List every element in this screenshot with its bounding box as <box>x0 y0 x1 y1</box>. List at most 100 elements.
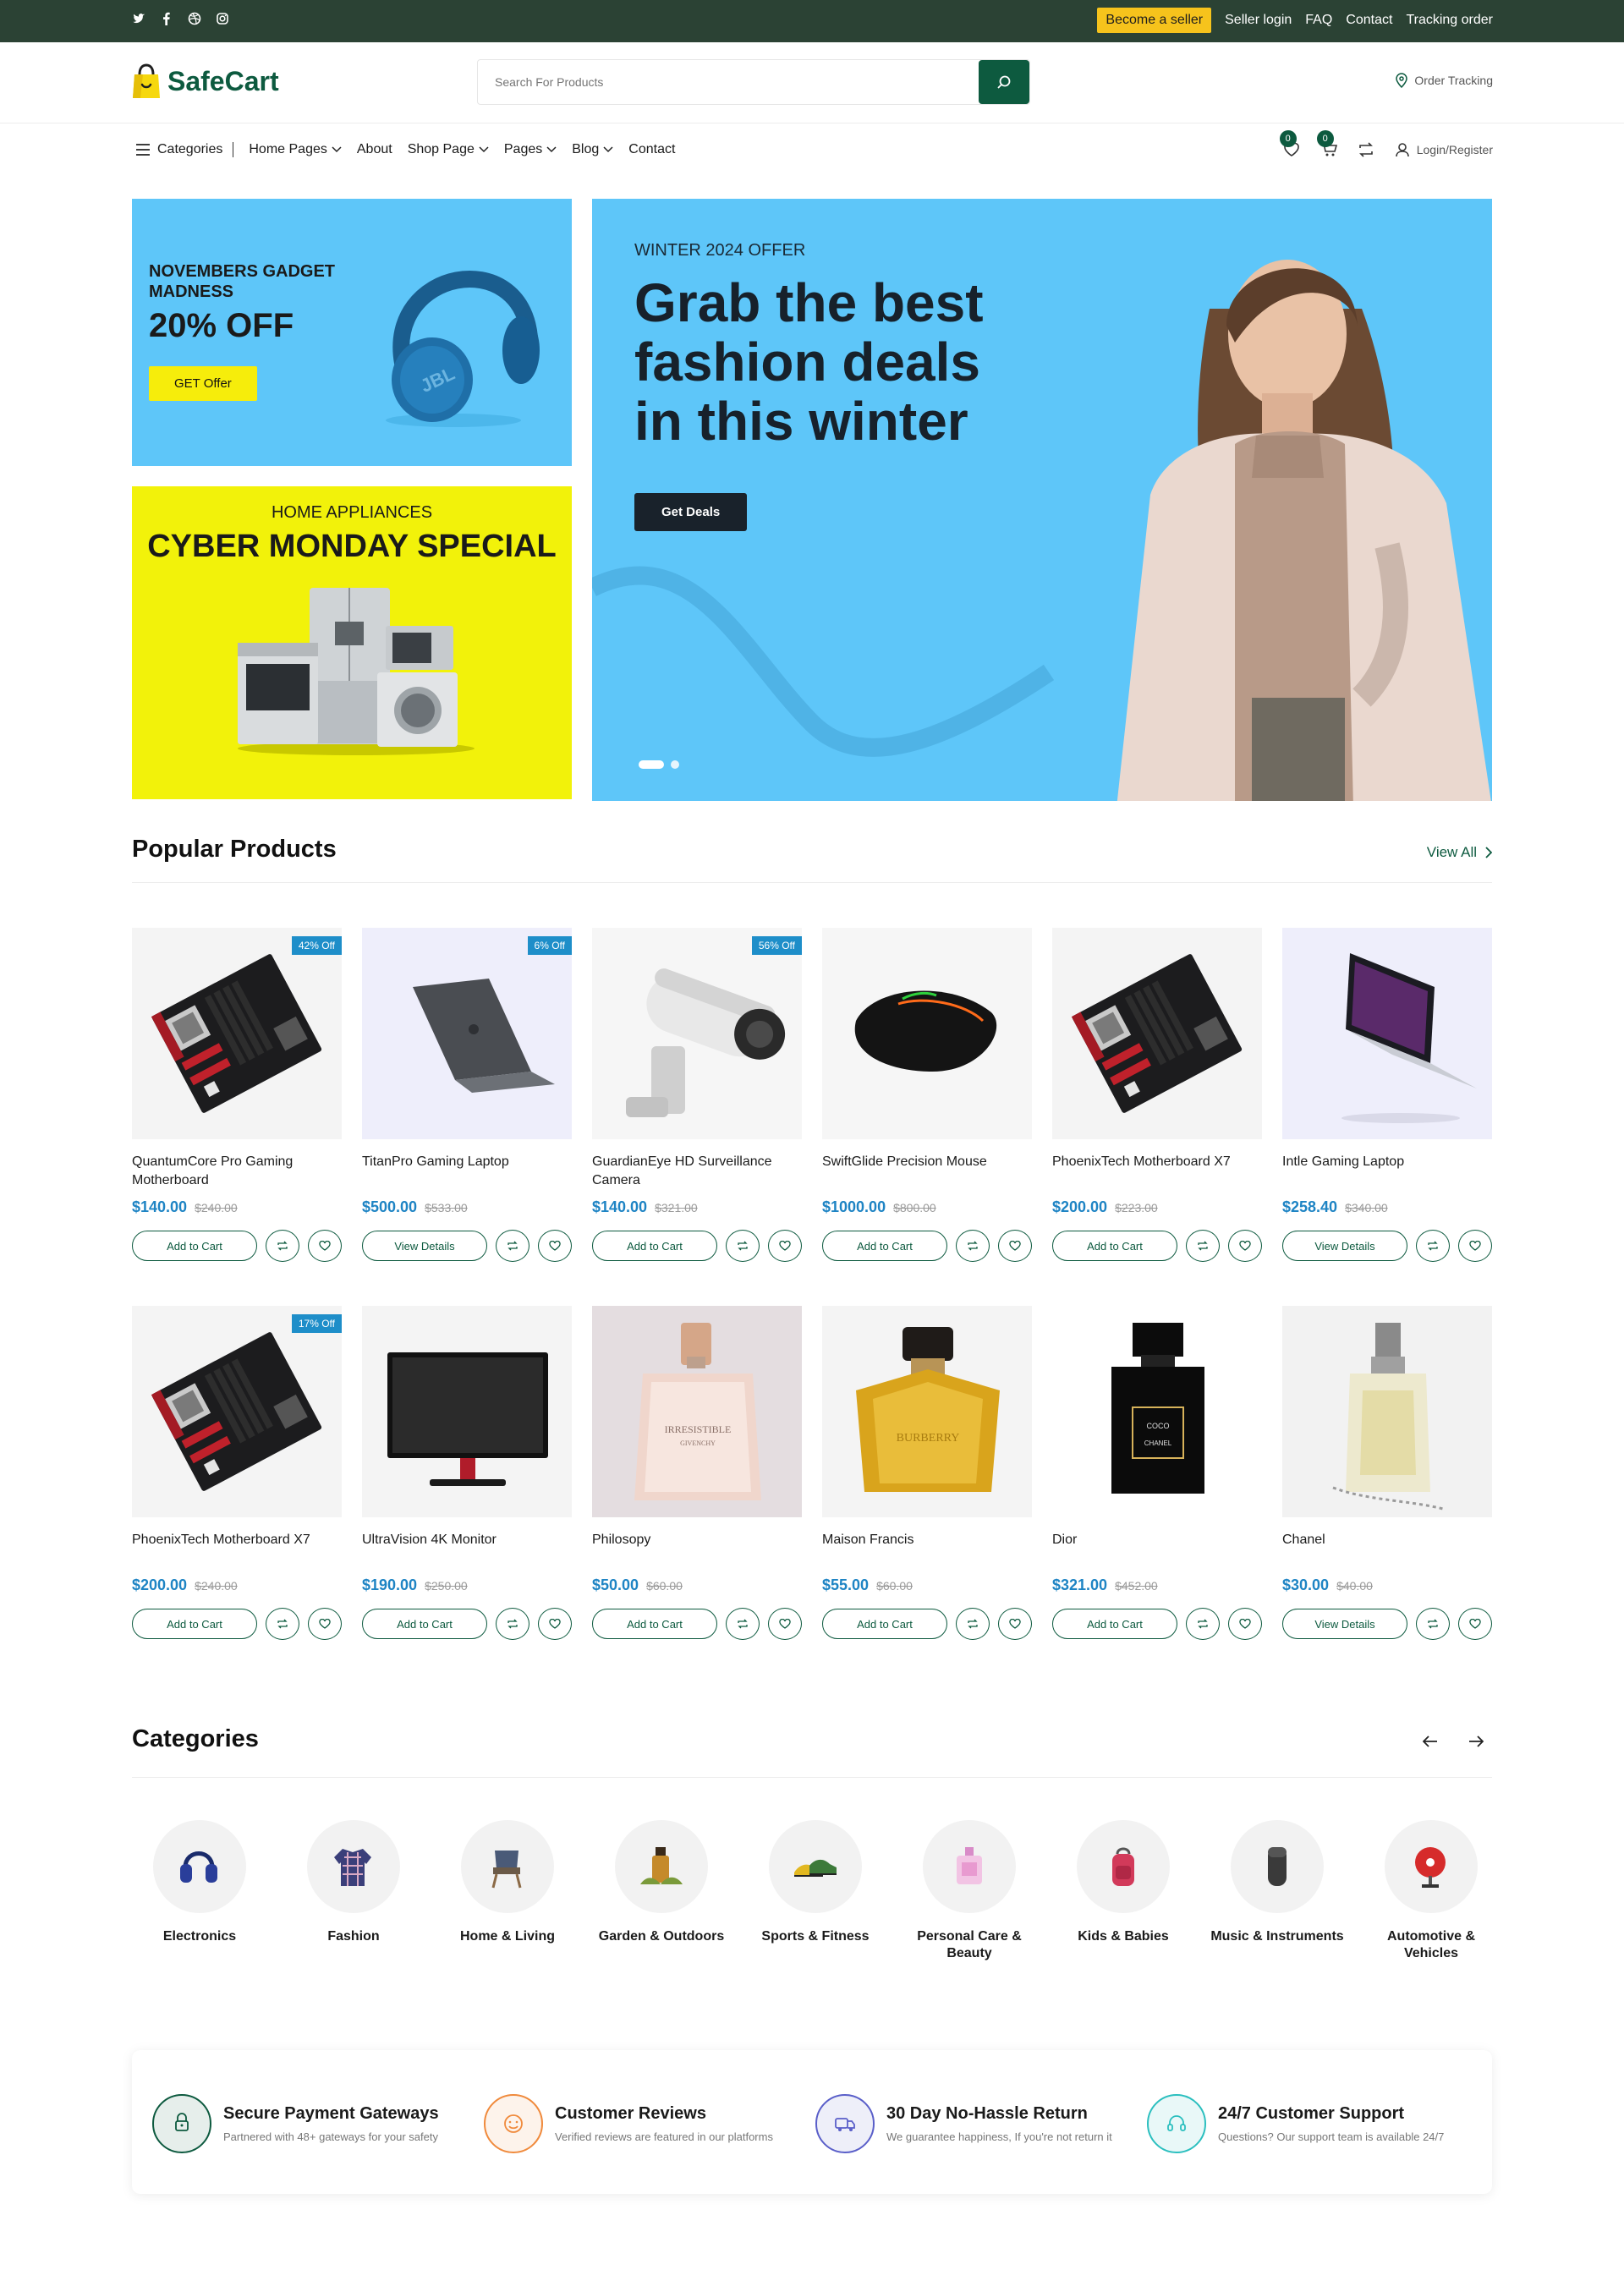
wishlist-button[interactable] <box>308 1608 342 1640</box>
categories-menu[interactable]: Categories <box>135 142 234 157</box>
compare-button[interactable] <box>1186 1230 1220 1262</box>
add-to-cart-button[interactable]: Add to Cart <box>132 1231 257 1261</box>
compare-button[interactable] <box>1416 1230 1450 1262</box>
category-image[interactable] <box>307 1820 400 1913</box>
category-image[interactable] <box>153 1820 246 1913</box>
product-name[interactable]: Philosopy <box>592 1531 802 1568</box>
product-card[interactable]: 42% Off QuantumCore Pro Gaming Motherboa… <box>132 928 342 1262</box>
category-item[interactable]: Music & Instruments <box>1210 1820 1345 1945</box>
compare-button[interactable] <box>956 1608 990 1640</box>
category-image[interactable] <box>769 1820 862 1913</box>
login-register-link[interactable]: Login/Register <box>1395 142 1493 157</box>
view-details-button[interactable]: View Details <box>1282 1231 1407 1261</box>
product-card[interactable]: UltraVision 4K Monitor $190.00 $250.00 A… <box>362 1306 572 1640</box>
product-card[interactable]: 17% Off PhoenixTech Motherboard X7 $200.… <box>132 1306 342 1640</box>
wishlist-button[interactable] <box>1458 1608 1492 1640</box>
get-deals-button[interactable]: Get Deals <box>634 493 748 531</box>
category-name[interactable]: Garden & Outdoors <box>594 1928 729 1945</box>
order-tracking-link[interactable]: Order Tracking <box>1396 73 1493 88</box>
product-image[interactable]: 56% Off <box>592 928 802 1139</box>
product-image[interactable] <box>822 928 1032 1139</box>
product-name[interactable]: Maison Francis <box>822 1531 1032 1568</box>
logo[interactable]: SafeCart <box>132 63 279 100</box>
product-card[interactable]: COCO CHANEL Dior $321.00 $452.00 Add to C… <box>1052 1306 1262 1640</box>
compare-button[interactable] <box>1186 1608 1220 1640</box>
compare-button[interactable] <box>1416 1608 1450 1640</box>
nav-contact[interactable]: Contact <box>628 142 675 157</box>
appliances-banner[interactable]: HOME APPLIANCES CYBER MONDAY SPECIAL <box>132 486 572 799</box>
category-image[interactable] <box>1385 1820 1478 1913</box>
product-name[interactable]: PhoenixTech Motherboard X7 <box>132 1531 342 1568</box>
contact-link[interactable]: Contact <box>1346 13 1392 28</box>
product-name[interactable]: SwiftGlide Precision Mouse <box>822 1153 1032 1190</box>
add-to-cart-button[interactable]: Add to Cart <box>1052 1231 1177 1261</box>
wishlist-button[interactable] <box>998 1230 1032 1262</box>
nav-blog[interactable]: Blog <box>572 142 613 157</box>
wishlist-button[interactable] <box>1458 1230 1492 1262</box>
product-card[interactable]: SwiftGlide Precision Mouse $1000.00 $800… <box>822 928 1032 1262</box>
compare-button[interactable] <box>266 1230 299 1262</box>
product-image[interactable] <box>362 1306 572 1517</box>
add-to-cart-button[interactable]: Add to Cart <box>822 1609 947 1639</box>
category-name[interactable]: Personal Care & Beauty <box>902 1928 1037 1962</box>
wishlist-button[interactable]: 0 <box>1279 130 1300 157</box>
product-name[interactable]: Chanel <box>1282 1531 1492 1568</box>
product-image[interactable]: BURBERRY <box>822 1306 1032 1517</box>
product-name[interactable]: Intle Gaming Laptop <box>1282 1153 1492 1190</box>
category-image[interactable] <box>923 1820 1016 1913</box>
view-details-button[interactable]: View Details <box>362 1231 487 1261</box>
search-input[interactable] <box>478 60 977 104</box>
compare-button[interactable] <box>496 1230 529 1262</box>
category-item[interactable]: Electronics <box>132 1820 267 1945</box>
wishlist-button[interactable] <box>768 1608 802 1640</box>
wishlist-button[interactable] <box>998 1608 1032 1640</box>
product-image[interactable]: 17% Off <box>132 1306 342 1517</box>
add-to-cart-button[interactable]: Add to Cart <box>362 1609 487 1639</box>
product-card[interactable]: 6% Off TitanPro Gaming Laptop $500.00 $5… <box>362 928 572 1262</box>
category-name[interactable]: Home & Living <box>440 1928 575 1945</box>
slide-dot-active[interactable] <box>639 760 664 769</box>
category-name[interactable]: Automotive & Vehicles <box>1363 1928 1499 1962</box>
category-item[interactable]: Automotive & Vehicles <box>1363 1820 1499 1962</box>
category-name[interactable]: Electronics <box>132 1928 267 1945</box>
search-button[interactable] <box>979 60 1029 104</box>
faq-link[interactable]: FAQ <box>1305 13 1332 28</box>
product-image[interactable] <box>1282 928 1492 1139</box>
arrow-left-icon[interactable] <box>1423 1735 1438 1747</box>
nav-pages[interactable]: Pages <box>504 142 557 157</box>
cart-button[interactable]: 0 <box>1316 130 1337 157</box>
instagram-icon[interactable] <box>216 12 229 25</box>
product-name[interactable]: TitanPro Gaming Laptop <box>362 1153 572 1190</box>
wishlist-button[interactable] <box>538 1230 572 1262</box>
add-to-cart-button[interactable]: Add to Cart <box>822 1231 947 1261</box>
product-card[interactable]: IRRESISTIBLE GIVENCHY Philosopy $50.00 $6… <box>592 1306 802 1640</box>
category-item[interactable]: Home & Living <box>440 1820 575 1945</box>
category-item[interactable]: Fashion <box>286 1820 421 1945</box>
compare-icon[interactable] <box>1358 142 1374 157</box>
slide-dot[interactable] <box>671 760 679 769</box>
twitter-icon[interactable] <box>132 12 145 25</box>
compare-button[interactable] <box>496 1608 529 1640</box>
compare-button[interactable] <box>726 1230 760 1262</box>
product-image[interactable]: COCO CHANEL <box>1052 1306 1262 1517</box>
category-name[interactable]: Fashion <box>286 1928 421 1945</box>
add-to-cart-button[interactable]: Add to Cart <box>592 1231 717 1261</box>
product-image[interactable]: 6% Off <box>362 928 572 1139</box>
add-to-cart-button[interactable]: Add to Cart <box>1052 1609 1177 1639</box>
product-name[interactable]: GuardianEye HD Surveillance Camera <box>592 1153 802 1190</box>
wishlist-button[interactable] <box>1228 1608 1262 1640</box>
wishlist-button[interactable] <box>768 1230 802 1262</box>
product-card[interactable]: PhoenixTech Motherboard X7 $200.00 $223.… <box>1052 928 1262 1262</box>
compare-button[interactable] <box>726 1608 760 1640</box>
gadget-banner[interactable]: NOVEMBERS GADGET MADNESS 20% OFF GET Off… <box>132 199 572 466</box>
product-name[interactable]: UltraVision 4K Monitor <box>362 1531 572 1568</box>
wishlist-button[interactable] <box>1228 1230 1262 1262</box>
category-item[interactable]: Garden & Outdoors <box>594 1820 729 1945</box>
view-details-button[interactable]: View Details <box>1282 1609 1407 1639</box>
category-image[interactable] <box>1231 1820 1324 1913</box>
product-image[interactable] <box>1282 1306 1492 1517</box>
category-image[interactable] <box>1077 1820 1170 1913</box>
product-name[interactable]: Dior <box>1052 1531 1262 1568</box>
dribbble-icon[interactable] <box>188 12 201 25</box>
category-item[interactable]: Kids & Babies <box>1056 1820 1191 1945</box>
